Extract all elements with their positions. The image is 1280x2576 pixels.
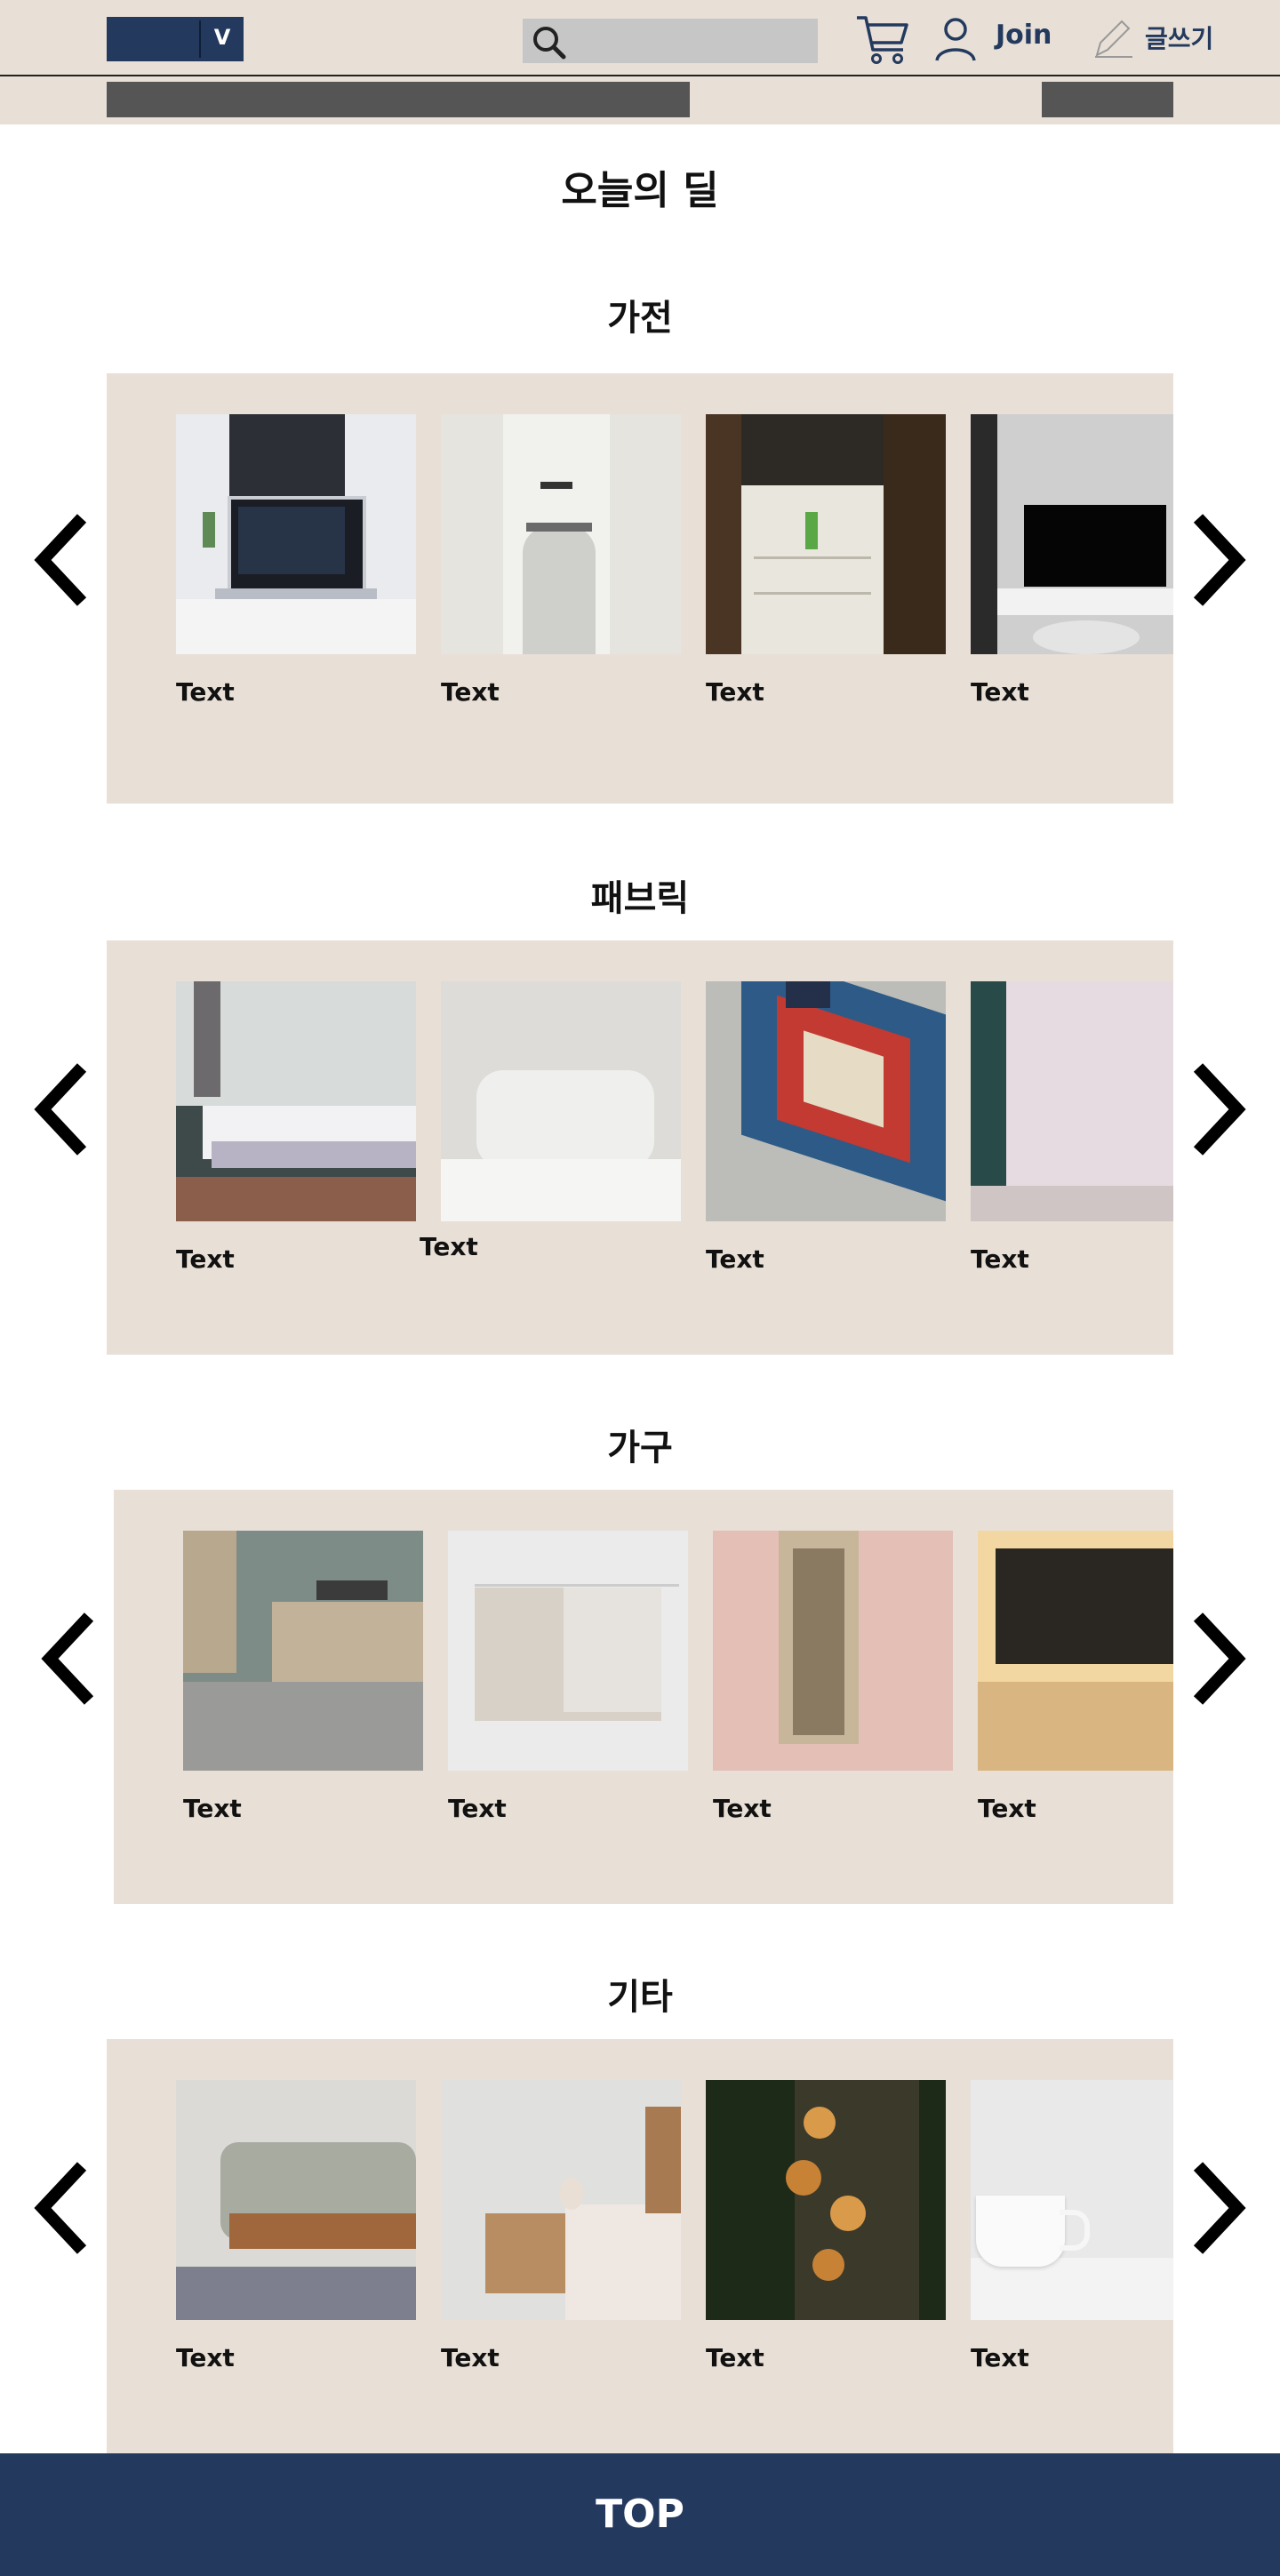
product-name: Text	[420, 1232, 478, 1261]
prev-arrow-icon[interactable]	[30, 1060, 92, 1158]
write-link[interactable]: 글쓰기	[1145, 20, 1213, 55]
laptop-image[interactable]	[176, 414, 416, 654]
join-link[interactable]: Join	[996, 20, 1052, 51]
user-icon[interactable]	[933, 16, 978, 62]
product-card[interactable]: Text	[978, 1531, 1173, 1823]
product-name: Text	[971, 677, 1029, 707]
bed-image[interactable]	[176, 981, 416, 1221]
prev-arrow-icon[interactable]	[30, 511, 92, 609]
product-card[interactable]: Text	[971, 414, 1173, 707]
search-icon[interactable]	[530, 23, 569, 62]
curtain-image[interactable]	[971, 981, 1173, 1221]
product-card[interactable]: Text	[448, 1531, 688, 1823]
cart-icon[interactable]	[855, 14, 910, 66]
carousel-etc: Text Text Text Text	[107, 2039, 1173, 2453]
bedside-table-image[interactable]	[441, 2080, 681, 2320]
next-arrow-icon[interactable]	[1188, 2159, 1250, 2257]
product-card[interactable]: Text	[971, 981, 1173, 1274]
next-arrow-icon[interactable]	[1188, 1060, 1250, 1158]
product-name: Text	[441, 2343, 500, 2372]
menu-button[interactable]	[1042, 82, 1173, 117]
section-title-fabric: 패브릭	[590, 878, 690, 919]
product-name: Text	[706, 2343, 764, 2372]
tv-image[interactable]	[971, 414, 1173, 654]
product-card[interactable]: Text	[706, 981, 946, 1274]
next-arrow-icon[interactable]	[1188, 1610, 1250, 1708]
product-name: Text	[706, 677, 764, 707]
product-card[interactable]: Text	[971, 2080, 1173, 2372]
product-name: Text	[978, 1794, 1036, 1823]
product-name: Text	[183, 1794, 242, 1823]
product-name: Text	[706, 1244, 764, 1274]
product-name: Text	[971, 1244, 1029, 1274]
clothes-rack-image[interactable]	[448, 1531, 688, 1771]
product-card[interactable]: Text	[176, 2080, 416, 2372]
search-input[interactable]	[523, 19, 818, 63]
product-card[interactable]: Text	[176, 414, 416, 707]
pendant-light-image[interactable]	[706, 2080, 946, 2320]
wall-shelf-image[interactable]	[713, 1531, 953, 1771]
prev-arrow-icon[interactable]	[30, 2159, 92, 2257]
section-title-appliances: 가전	[607, 298, 673, 339]
product-card[interactable]: Text	[441, 2080, 681, 2372]
soda-maker-image[interactable]	[441, 414, 681, 654]
refrigerator-image[interactable]	[706, 414, 946, 654]
product-name: Text	[713, 1794, 772, 1823]
product-name: Text	[448, 1794, 507, 1823]
mug-image[interactable]	[971, 2080, 1173, 2320]
rug-image[interactable]	[706, 981, 946, 1221]
product-name: Text	[176, 2343, 235, 2372]
carousel-fabric: Text Text Text Text	[107, 940, 1173, 1355]
pillow-image[interactable]	[441, 981, 681, 1221]
carousel-furniture: Text Text Text Text	[114, 1490, 1173, 1904]
product-name: Text	[971, 2343, 1029, 2372]
prev-arrow-icon[interactable]	[37, 1610, 100, 1708]
product-name: Text	[176, 1244, 235, 1274]
product-card[interactable]: Text	[183, 1531, 423, 1823]
carousel-appliances: Text Text Text Text	[107, 373, 1173, 804]
page-title: 오늘의 딜	[561, 168, 719, 213]
product-card[interactable]: Text	[713, 1531, 953, 1823]
product-name: Text	[176, 677, 235, 707]
sofa-image[interactable]	[176, 2080, 416, 2320]
product-card[interactable]: Text	[706, 2080, 946, 2372]
logo-divider	[199, 20, 201, 58]
product-card[interactable]: Text	[441, 414, 681, 707]
site-header: V Join 글쓰기	[0, 0, 1280, 76]
logo-dropdown[interactable]: V	[107, 17, 244, 61]
dropdown-toggle[interactable]: V	[206, 25, 238, 50]
pencil-icon[interactable]	[1093, 16, 1134, 59]
bathroom-cabinet-image[interactable]	[183, 1531, 423, 1771]
next-arrow-icon[interactable]	[1188, 511, 1250, 609]
product-card[interactable]: Text	[176, 981, 416, 1274]
section-title-furniture: 가구	[607, 1428, 673, 1468]
vanity-mirror-image[interactable]	[978, 1531, 1173, 1771]
sub-navigation	[0, 76, 1280, 124]
product-card[interactable]: Text	[420, 981, 681, 1261]
section-title-etc: 기타	[607, 1977, 673, 2018]
back-to-top-button[interactable]: TOP	[0, 2453, 1280, 2576]
product-name: Text	[441, 677, 500, 707]
product-card[interactable]: Text	[706, 414, 946, 707]
category-menu-bar[interactable]	[107, 82, 690, 117]
